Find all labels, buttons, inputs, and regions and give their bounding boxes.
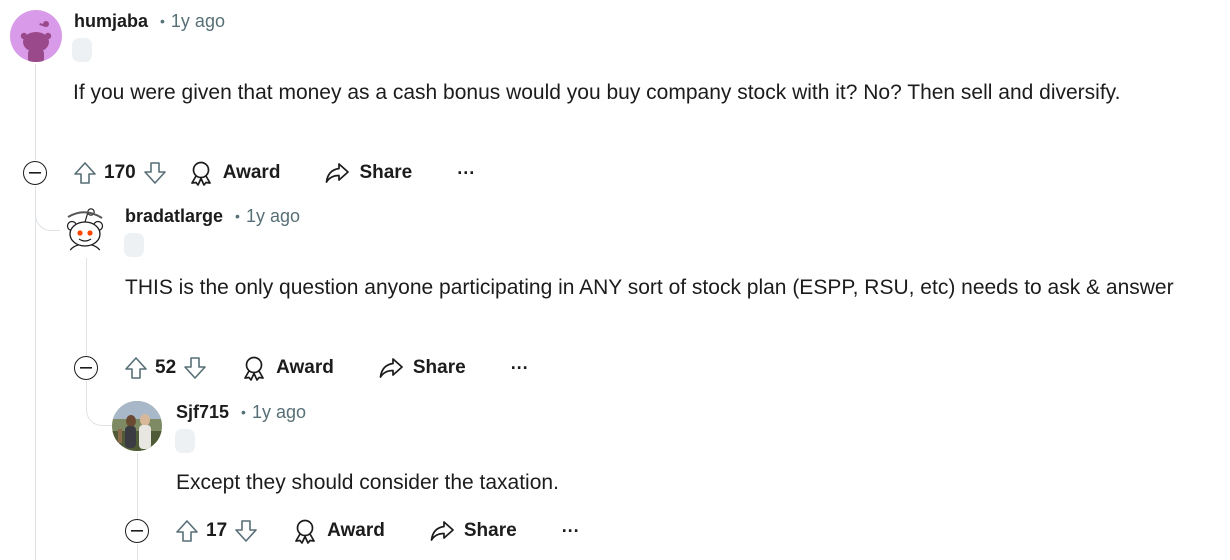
snoo-avatar-icon xyxy=(10,10,62,62)
user-flair-badge xyxy=(175,429,195,453)
profile-photo-icon xyxy=(112,401,162,451)
collapse-thread-button[interactable] xyxy=(74,356,98,380)
award-ribbon-icon xyxy=(241,355,267,381)
award-label: Award xyxy=(276,357,334,378)
thread-line-level-2 xyxy=(86,258,87,356)
award-ribbon-icon xyxy=(292,518,318,544)
share-arrow-icon xyxy=(378,355,404,381)
avatar[interactable] xyxy=(60,205,110,255)
downvote-arrow-icon[interactable] xyxy=(182,355,208,381)
vote-score: 17 xyxy=(206,520,228,541)
comment-body: THIS is the only question anyone partici… xyxy=(125,276,1174,299)
vote-score: 52 xyxy=(155,357,177,378)
upvote-arrow-icon[interactable] xyxy=(123,355,149,381)
user-flair-badge xyxy=(72,38,92,62)
award-label: Award xyxy=(222,162,281,183)
upvote-arrow-icon[interactable] xyxy=(174,518,200,544)
downvote-arrow-icon[interactable] xyxy=(233,518,259,544)
share-arrow-icon xyxy=(429,518,455,544)
timestamp[interactable]: 1y ago xyxy=(246,206,300,227)
avatar[interactable] xyxy=(10,10,62,62)
vote-score: 170 xyxy=(104,162,136,183)
more-options-icon[interactable]: ··· xyxy=(457,163,475,184)
share-label: Share xyxy=(412,357,466,378)
username[interactable]: humjaba xyxy=(74,11,148,32)
award-ribbon-icon xyxy=(188,160,214,186)
comment-action-bar: 170 Award Share ··· xyxy=(72,156,475,190)
snoo-avatar-icon xyxy=(60,205,110,255)
share-label: Share xyxy=(359,162,413,183)
more-options-icon[interactable]: ··· xyxy=(562,521,580,542)
award-button[interactable]: Award xyxy=(241,355,334,381)
comment-action-bar: 17 Award Share ··· xyxy=(174,514,580,548)
comment-header: humjaba • 1y ago xyxy=(74,9,225,33)
share-button[interactable]: Share xyxy=(324,160,412,186)
more-options-icon[interactable]: ··· xyxy=(511,358,529,379)
avatar[interactable] xyxy=(112,401,162,451)
comment-action-bar: 52 Award Share ··· xyxy=(123,351,529,385)
upvote-arrow-icon[interactable] xyxy=(72,160,98,186)
meta-separator: • xyxy=(160,13,165,29)
meta-separator: • xyxy=(241,404,246,420)
comment-body: If you were given that money as a cash b… xyxy=(73,81,1121,104)
share-button[interactable]: Share xyxy=(378,355,466,381)
collapse-minus-icon xyxy=(29,172,41,174)
timestamp[interactable]: 1y ago xyxy=(171,11,225,32)
meta-separator: • xyxy=(235,208,240,224)
award-button[interactable]: Award xyxy=(292,518,385,544)
comment-header: Sjf715 • 1y ago xyxy=(176,400,306,424)
collapse-thread-button[interactable] xyxy=(125,519,149,543)
downvote-arrow-icon[interactable] xyxy=(142,160,168,186)
share-arrow-icon xyxy=(324,160,350,186)
username[interactable]: Sjf715 xyxy=(176,402,229,423)
award-label: Award xyxy=(327,520,385,541)
collapse-thread-button[interactable] xyxy=(23,161,47,185)
reply-connector-1 xyxy=(35,186,62,231)
username[interactable]: bradatlarge xyxy=(125,206,223,227)
award-button[interactable]: Award xyxy=(188,160,281,186)
collapse-minus-icon xyxy=(131,530,143,532)
share-label: Share xyxy=(463,520,517,541)
user-flair-badge xyxy=(124,233,144,257)
reply-connector-2 xyxy=(86,381,113,426)
share-button[interactable]: Share xyxy=(429,518,517,544)
comment-body: Except they should consider the taxation… xyxy=(176,471,559,494)
thread-line-level-1-lower xyxy=(35,186,36,560)
comment-header: bradatlarge • 1y ago xyxy=(125,204,300,228)
collapse-minus-icon xyxy=(80,367,92,369)
timestamp[interactable]: 1y ago xyxy=(252,402,306,423)
thread-line-level-3 xyxy=(137,453,138,519)
thread-line-level-1 xyxy=(35,64,36,160)
thread-line-level-3-lower xyxy=(137,544,138,560)
